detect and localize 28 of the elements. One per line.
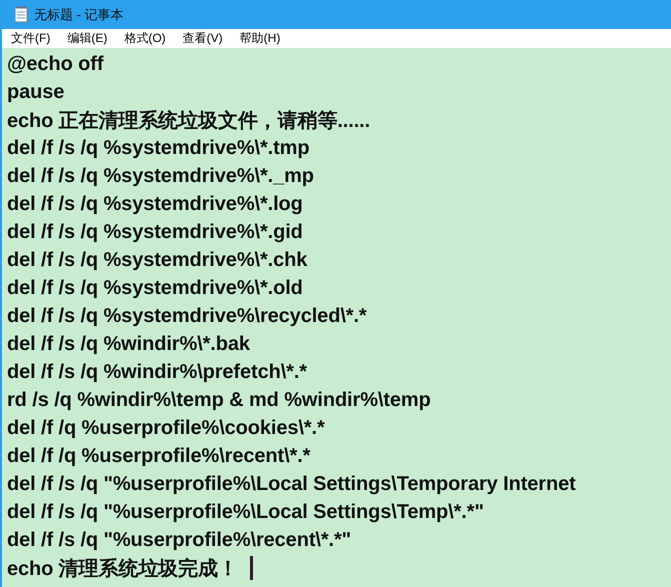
code-line: del /f /s /q %windir%\*.bak — [7, 332, 250, 356]
code-line: del /f /s /q "%userprofile%\Local Settings\Temp\*.*" — [7, 500, 484, 524]
menu-item[interactable]: 格式(O) — [124, 30, 166, 47]
code-line: del /f /q %userprofile%\cookies\*.* — [7, 416, 325, 440]
code-line: del /f /s /q "%userprofile%\Local Settings\Temporary Internet — [7, 472, 576, 496]
code-line: del /f /s /q %windir%\prefetch\*.* — [7, 360, 307, 384]
code-line: echo 清理系统垃圾完成！ — [7, 556, 238, 582]
code-line: del /f /s /q %systemdrive%\*.log — [7, 192, 303, 216]
code-line: del /f /s /q %systemdrive%\*.gid — [7, 220, 303, 244]
menu-item[interactable]: 编辑(E) — [67, 30, 108, 47]
code-line: del /f /s /q %systemdrive%\recycled\*.* — [7, 304, 367, 328]
menu-item[interactable]: 帮助(H) — [240, 30, 280, 47]
code-line: del /f /s /q %systemdrive%\*.tmp — [7, 136, 310, 160]
window-title: 无标题 - 记事本 — [34, 6, 124, 24]
code-line: del /f /s /q %systemdrive%\*.chk — [7, 248, 308, 272]
code-line: @echo off — [7, 52, 104, 76]
code-line: pause — [7, 80, 64, 104]
text-editor[interactable] — [2, 48, 671, 587]
code-line: del /f /s /q %systemdrive%\*.old — [7, 276, 303, 300]
code-line: del /f /s /q %systemdrive%\*._mp — [7, 164, 314, 188]
code-line: rd /s /q %windir%\temp & md %windir%\temp — [7, 388, 431, 412]
code-line: del /f /q %userprofile%\recent\*.* — [7, 444, 310, 468]
code-line: del /f /s /q "%userprofile%\recent\*.*" — [7, 528, 352, 552]
menu-item[interactable]: 文件(F) — [11, 30, 50, 47]
text-cursor — [250, 556, 253, 580]
menu-item[interactable]: 查看(V) — [182, 30, 223, 47]
notepad-icon — [14, 6, 28, 23]
code-line: echo 正在清理系统垃圾文件，请稍等...... — [7, 108, 370, 134]
